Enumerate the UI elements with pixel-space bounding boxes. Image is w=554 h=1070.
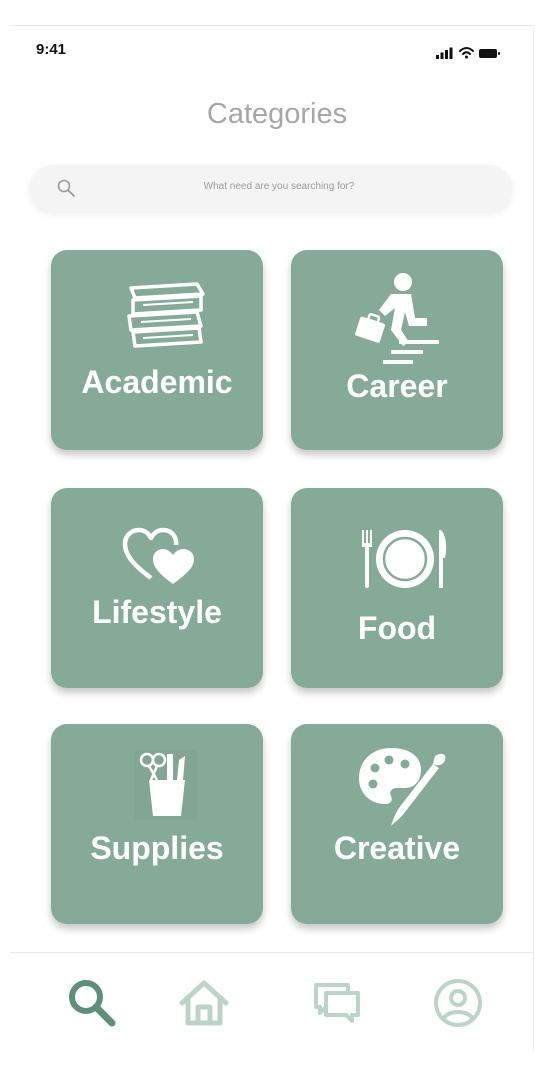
tab-home[interactable] <box>176 975 232 1031</box>
search-icon <box>69 980 116 1027</box>
palette-brush-icon <box>359 748 446 826</box>
tab-search[interactable] <box>64 975 120 1031</box>
battery-icon <box>479 49 500 58</box>
category-label: Career <box>346 368 448 404</box>
status-indicators <box>436 47 500 59</box>
fork-icon <box>362 530 372 588</box>
category-tile-food[interactable]: Food <box>291 488 503 688</box>
tab-profile[interactable] <box>430 975 486 1031</box>
search-bar[interactable]: What need are you searching for? <box>30 165 512 211</box>
home-icon <box>179 980 229 1026</box>
tab-bar-divider <box>10 952 534 953</box>
category-label: Academic <box>81 364 233 400</box>
signal-icon <box>436 47 453 59</box>
career-climb-icon <box>355 273 439 364</box>
page-title: Categories <box>206 98 348 130</box>
category-tile-supplies[interactable]: Supplies <box>51 724 263 924</box>
category-label: Lifestyle <box>92 594 222 630</box>
hearts-icon <box>122 527 194 584</box>
chat-icon <box>314 983 360 1023</box>
category-tile-career[interactable]: Career <box>291 250 503 450</box>
category-label: Creative <box>333 830 461 866</box>
search-placeholder[interactable]: What need are you searching for? <box>30 181 512 192</box>
tab-messages[interactable] <box>310 975 366 1031</box>
category-tile-creative[interactable]: Creative <box>291 724 503 924</box>
plate-icon <box>376 530 434 588</box>
wifi-icon <box>459 47 474 59</box>
profile-icon <box>434 979 482 1027</box>
category-label: Food <box>357 610 437 646</box>
pencil-cup-icon <box>135 750 197 820</box>
knife-icon <box>439 530 447 588</box>
category-tile-lifestyle[interactable]: Lifestyle <box>51 488 263 688</box>
category-label: Supplies <box>90 830 224 866</box>
category-tile-academic[interactable]: Academic <box>51 250 263 450</box>
status-time: 9:41 <box>36 41 67 58</box>
books-icon <box>127 282 205 348</box>
